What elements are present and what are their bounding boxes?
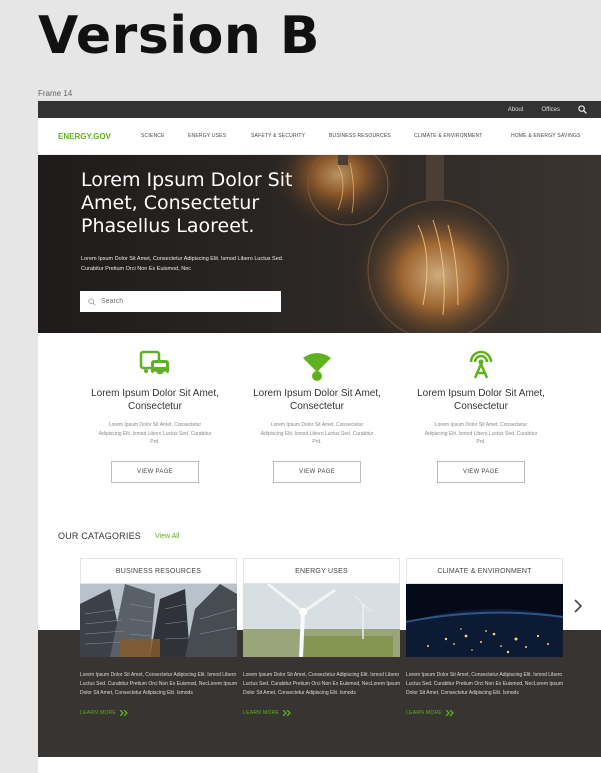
- features-section: Lorem Ipsum Dolor Sit Amet, Consectetur …: [38, 333, 601, 503]
- card-title: CLIMATE & ENVIRONMENT: [406, 558, 563, 584]
- card-title: BUSINESS RESOURCES: [80, 558, 237, 584]
- view-all-link[interactable]: View All: [155, 533, 179, 540]
- nav-item-energy-uses[interactable]: ENERGY USES: [188, 133, 251, 139]
- view-page-button[interactable]: VIEW PAGE: [437, 460, 525, 483]
- search-input[interactable]: [101, 298, 261, 305]
- search-icon[interactable]: [578, 105, 587, 114]
- nav-item-science[interactable]: SCIENCE: [141, 133, 188, 139]
- nav-item-safety-security[interactable]: SAFETY & SECURITY: [251, 133, 329, 139]
- card-text: Lorem Ipsum Dolor Sit Amet, Consectetur …: [80, 672, 238, 696]
- site-frame: About Offices ENERGY.GOV SCIENCE ENERGY …: [38, 101, 601, 773]
- feature-card: Lorem Ipsum Dolor Sit Amet, Consectetur …: [242, 333, 392, 483]
- double-chevron-right-icon: [283, 710, 291, 716]
- utility-about-link[interactable]: About: [508, 107, 524, 113]
- category-card[interactable]: BUSINESS RESOURCES Lorem Ipsum Dolor Sit…: [80, 558, 237, 716]
- nav-item-climate-environment[interactable]: CLIMATE & ENVIRONMENT: [414, 133, 511, 139]
- feature-text: Lorem Ipsum Dolor Sit Amet, Consectetur …: [260, 422, 374, 445]
- feature-card: Lorem Ipsum Dolor Sit Amet, Consectetur …: [406, 333, 556, 483]
- feature-card: Lorem Ipsum Dolor Sit Amet, Consectetur …: [80, 333, 230, 483]
- main-nav: ENERGY.GOV SCIENCE ENERGY USES SAFETY & …: [38, 118, 601, 155]
- page-heading: Version B: [38, 6, 321, 66]
- view-page-button[interactable]: VIEW PAGE: [273, 460, 361, 483]
- wind-turbine-image: [243, 584, 400, 657]
- category-card[interactable]: ENERGY USES Lorem Ipsum Dolor Sit Amet, …: [243, 558, 400, 716]
- feature-text: Lorem Ipsum Dolor Sit Amet, Consectetur …: [424, 422, 538, 445]
- learn-more-link[interactable]: LEARN MORE: [406, 710, 563, 716]
- double-chevron-right-icon: [120, 710, 128, 716]
- learn-more-link[interactable]: LEARN MORE: [243, 710, 400, 716]
- hero-banner: Lorem Ipsum Dolor Sit Amet, Consectetur …: [38, 155, 601, 333]
- car-icon: [139, 350, 169, 377]
- nav-item-home-energy-savings[interactable]: HOME & ENERGY SAVINGS: [511, 133, 581, 139]
- category-card[interactable]: CLIMATE & ENVIRONMENT Lorem Ipsum Dolor …: [406, 558, 563, 716]
- earth-night-image: [406, 584, 563, 657]
- buildings-image: [80, 584, 237, 657]
- feature-title: Lorem Ipsum Dolor Sit Amet, Consectetur: [417, 388, 545, 412]
- nav-items: SCIENCE ENERGY USES SAFETY & SECURITY BU…: [141, 133, 581, 139]
- categories-title: OUR CATAGORIES: [58, 531, 141, 541]
- search-icon: [88, 297, 96, 305]
- learn-more-label: LEARN MORE: [243, 710, 280, 716]
- card-text: Lorem Ipsum Dolor Sit Amet, Consectetur …: [243, 672, 401, 696]
- categories-header: OUR CATAGORIES View All: [58, 531, 179, 541]
- nav-item-business-resources[interactable]: BUSINESS RESOURCES: [329, 133, 414, 139]
- learn-more-link[interactable]: LEARN MORE: [80, 710, 237, 716]
- double-chevron-right-icon: [446, 710, 454, 716]
- learn-more-label: LEARN MORE: [80, 710, 117, 716]
- card-text: Lorem Ipsum Dolor Sit Amet, Consectetur …: [406, 672, 564, 696]
- antenna-icon: [469, 350, 493, 379]
- utility-offices-link[interactable]: Offices: [541, 107, 560, 113]
- learn-more-label: LEARN MORE: [406, 710, 443, 716]
- wifi-icon: [303, 353, 331, 381]
- feature-title: Lorem Ipsum Dolor Sit Amet, Consectetur: [253, 388, 381, 412]
- utility-bar: About Offices: [38, 101, 601, 118]
- view-page-button[interactable]: VIEW PAGE: [111, 460, 199, 483]
- card-title: ENERGY USES: [243, 558, 400, 584]
- hero-title: Lorem Ipsum Dolor Sit Amet, Consectetur …: [81, 169, 293, 237]
- hero-search-box[interactable]: [80, 291, 281, 312]
- chevron-right-icon[interactable]: [571, 599, 585, 613]
- hero-subtitle: Lorem Ipsum Dolor Sit Amet, Consectetur …: [81, 256, 284, 272]
- feature-text: Lorem Ipsum Dolor Sit Amet, Consectetur …: [98, 422, 212, 445]
- site-logo[interactable]: ENERGY.GOV: [58, 132, 141, 141]
- frame-label: Frame 14: [38, 89, 73, 98]
- feature-title: Lorem Ipsum Dolor Sit Amet, Consectetur: [91, 388, 219, 412]
